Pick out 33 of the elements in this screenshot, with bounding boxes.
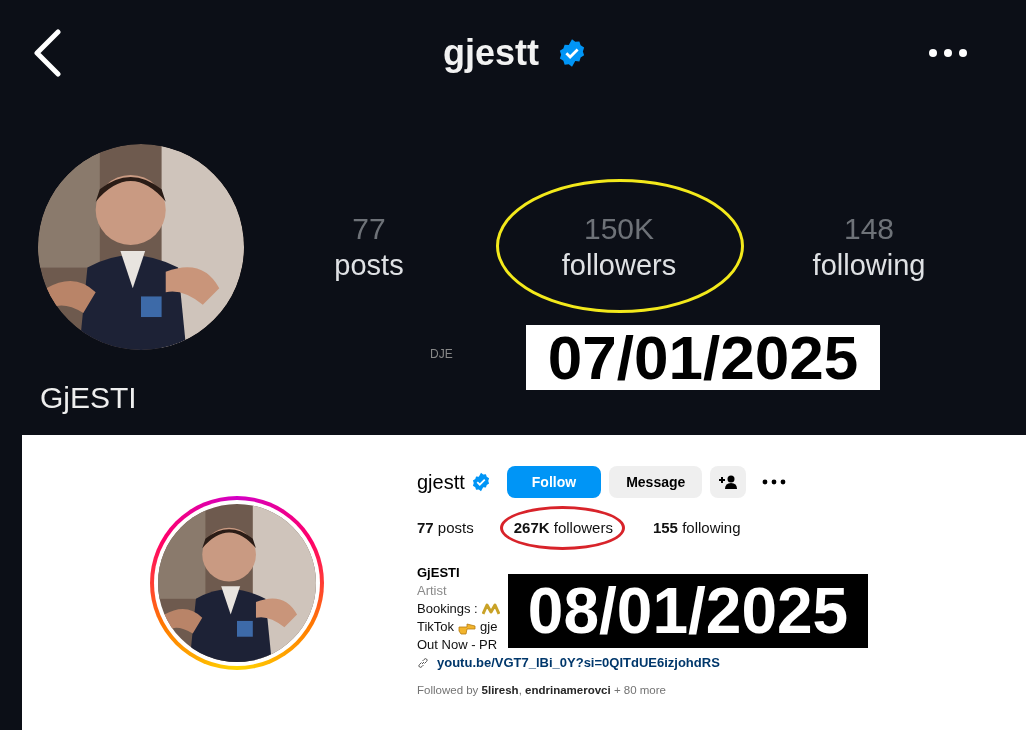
- bio-link[interactable]: youtu.be/VGT7_lBi_0Y?si=0QITdUE6izjohdRS: [437, 654, 720, 672]
- profile-category: Artist: [417, 582, 448, 600]
- verified-badge-icon: [470, 472, 491, 492]
- back-icon[interactable]: [32, 28, 62, 77]
- stat-count: 148: [843, 211, 895, 247]
- stat-count: 77: [352, 211, 386, 247]
- stat-text[interactable]: 155 following: [652, 519, 741, 536]
- bio-text: TikTok: [417, 618, 455, 636]
- date-stamp: 08/01/2025: [508, 574, 868, 648]
- message-button[interactable]: Message: [609, 466, 703, 498]
- stat-count: 150K: [583, 211, 655, 247]
- stat-label: posts: [334, 248, 404, 283]
- stat-text[interactable]: 77 posts: [417, 519, 474, 536]
- link-icon: [417, 657, 429, 669]
- followed-by-text[interactable]: Followed by 5liresh, endrinamerovci + 80 more: [417, 684, 787, 696]
- profile-name: GjESTI: [417, 564, 461, 582]
- profile-username: gjestt: [443, 31, 539, 74]
- stat-label: followers: [561, 248, 677, 283]
- profile-name: GjESTI: [40, 381, 137, 415]
- add-person-icon: [719, 475, 738, 489]
- more-icon[interactable]: [928, 47, 968, 58]
- date-stamp: 07/01/2025: [526, 325, 880, 390]
- add-person-button[interactable]: [710, 466, 747, 498]
- stat-label: following: [812, 248, 926, 283]
- bio-text: Out Now - PR: [417, 636, 498, 654]
- stat-text[interactable]: 267K followers: [513, 519, 613, 536]
- zigzag-icon: [481, 601, 500, 617]
- stray-text: DJE: [430, 347, 453, 361]
- verified-badge-icon: [557, 37, 587, 68]
- more-icon[interactable]: [762, 479, 787, 485]
- bio-text: Bookings :: [417, 600, 478, 618]
- bio-text: gje: [480, 618, 498, 636]
- profile-username: gjestt: [417, 470, 465, 494]
